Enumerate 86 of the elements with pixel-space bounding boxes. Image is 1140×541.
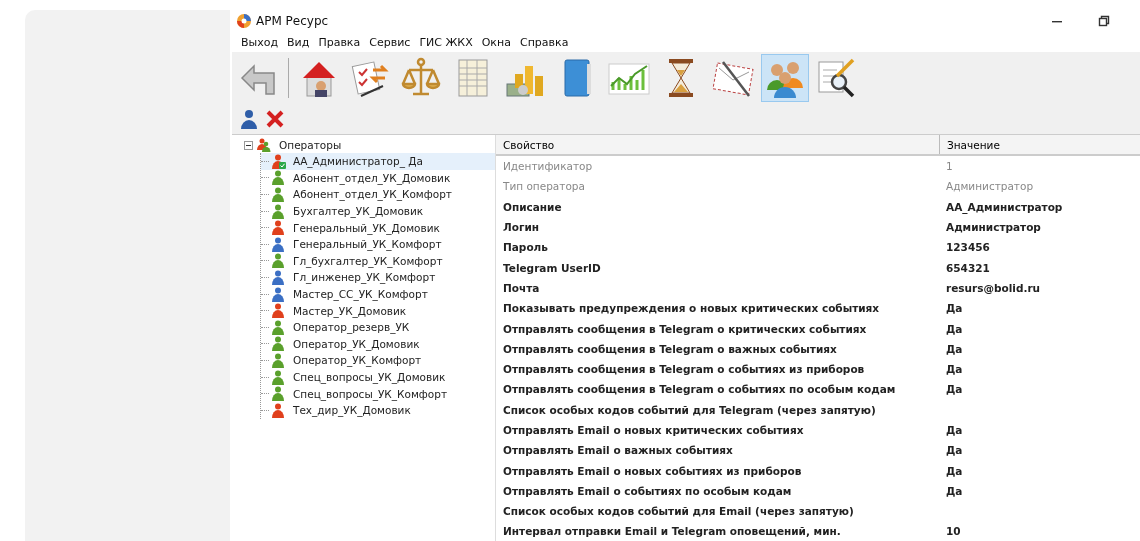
column-header[interactable]: Свойство: [496, 135, 939, 154]
toolbar-button[interactable]: [264, 108, 286, 130]
property-name: Отправлять Email о важных событиях: [503, 444, 733, 457]
tree-item[interactable]: Генеральный_УК_Домовик: [293, 221, 440, 234]
property-name: Отправлять сообщения в Telegram о событиях по особым кодам: [503, 383, 896, 396]
property-name: Показывать предупреждения о новых критических событиях: [503, 302, 880, 315]
person-icon: [272, 170, 286, 186]
person-icon: [272, 402, 286, 418]
property-value[interactable]: Да: [946, 302, 963, 315]
property-name: Отправлять сообщения в Telegram о событиях из приборов: [503, 363, 865, 376]
tree-item[interactable]: Мастер_СС_УК_Комфорт: [293, 288, 428, 301]
property-value[interactable]: Да: [946, 383, 963, 396]
tree-item[interactable]: Гл_бухгалтер_УК_Комфорт: [293, 254, 443, 267]
property-name: Отправлять сообщения в Telegram о важных событиях: [503, 342, 837, 355]
person-icon: [272, 187, 286, 202]
property-name: Тип оператора: [503, 180, 585, 193]
tree-item[interactable]: Тех_дир_УК_Домовик: [293, 404, 411, 417]
tree-item[interactable]: Генеральный_УК_Комфорт: [293, 238, 442, 251]
property-name: Идентификатор: [503, 160, 593, 173]
window-title: АРМ Ресурс: [256, 14, 329, 28]
property-value[interactable]: Да: [946, 444, 963, 457]
property-name: Пароль: [503, 241, 548, 254]
property-name: Интервал отправки Email и Telegram оповещений, мин.: [503, 525, 841, 538]
tree-item[interactable]: Спец_вопросы_УК_Домовик: [293, 371, 446, 383]
person-icon: [272, 203, 286, 219]
toolbar-button[interactable]: [238, 107, 260, 131]
property-value[interactable]: Да: [946, 464, 963, 477]
property-value[interactable]: Да: [946, 484, 963, 497]
tree-item[interactable]: Абонент_отдел_УК_Комфорт: [293, 188, 452, 201]
menu-item[interactable]: Вид: [287, 35, 310, 49]
property-value[interactable]: 10: [946, 525, 961, 538]
property-value[interactable]: 654321: [946, 261, 990, 274]
property-value[interactable]: resurs@bolid.ru: [946, 281, 1041, 294]
app-logo-icon: [237, 14, 251, 28]
property-name: Отправлять сообщения в Telegram о критических событиях: [503, 322, 867, 335]
property-value[interactable]: Администратор: [946, 180, 1034, 193]
tree-item[interactable]: Гл_инженер_УК_Комфорт: [293, 271, 436, 284]
person-icon: [272, 236, 286, 252]
property-name: Почта: [503, 281, 540, 294]
property-value[interactable]: АА_Администратор: [946, 200, 1063, 213]
property-value[interactable]: Да: [946, 363, 963, 376]
tree-item[interactable]: Оператор_УК_Домовик: [293, 337, 420, 350]
tree-item[interactable]: Бухгалтер_УК_Домовик: [293, 205, 424, 218]
property-value[interactable]: 1: [946, 160, 953, 173]
person-icon: [272, 369, 286, 385]
property-name: Telegram UserID: [503, 261, 601, 274]
menu-item[interactable]: Окна: [481, 35, 511, 49]
person-icon: [272, 386, 286, 402]
property-name: Отправлять Email о событиях по особым кодам: [503, 484, 792, 497]
property-name: Список особых кодов событий для Telegram (через запятую): [503, 403, 876, 416]
menu-item[interactable]: Справка: [519, 35, 569, 49]
property-value[interactable]: Да: [946, 342, 963, 355]
person-icon: [272, 286, 286, 302]
restore-icon[interactable]: [1098, 15, 1110, 27]
tree-item[interactable]: Операторы: [279, 139, 342, 151]
tree-item[interactable]: Оператор_резерв_УК: [293, 321, 410, 334]
person-icon: [240, 109, 258, 129]
menu-item[interactable]: Правка: [318, 35, 361, 49]
property-value[interactable]: Да: [946, 424, 963, 436]
column-header[interactable]: Значение: [939, 135, 1140, 154]
property-name: Описание: [503, 200, 562, 213]
property-name: Логин: [503, 221, 540, 234]
delete-icon: [266, 110, 284, 128]
property-name: Список особых кодов событий для Email (через запятую): [503, 505, 854, 518]
group-icon: [257, 138, 271, 152]
person-icon: [272, 220, 286, 236]
person-icon: [272, 319, 286, 335]
tree-item[interactable]: Абонент_отдел_УК_Домовик: [293, 171, 451, 184]
property-value[interactable]: Администратор: [946, 221, 1041, 234]
collapse-icon[interactable]: [244, 140, 253, 150]
property-value[interactable]: Да: [946, 322, 963, 335]
menu-item[interactable]: Выход: [241, 35, 279, 49]
property-value[interactable]: 123456: [946, 241, 990, 254]
tree-item[interactable]: Мастер_УК_Домовик: [293, 304, 407, 317]
tree-item[interactable]: Спец_вопросы_УК_Комфорт: [293, 387, 448, 400]
property-name: Отправлять Email о новых событиях из приборов: [503, 464, 802, 477]
property-name: Отправлять Email о новых критических событиях: [503, 424, 804, 436]
person-icon: [272, 269, 286, 285]
menu-item[interactable]: ГИС ЖКХ: [419, 35, 473, 49]
person-icon: [272, 336, 286, 352]
person-icon: [272, 253, 286, 269]
menu-item[interactable]: Сервис: [369, 35, 411, 49]
person-icon: [272, 153, 286, 169]
person-icon: [272, 303, 286, 319]
person-icon: [272, 352, 286, 368]
tree-item[interactable]: Оператор_УК_Комфорт: [293, 354, 422, 367]
